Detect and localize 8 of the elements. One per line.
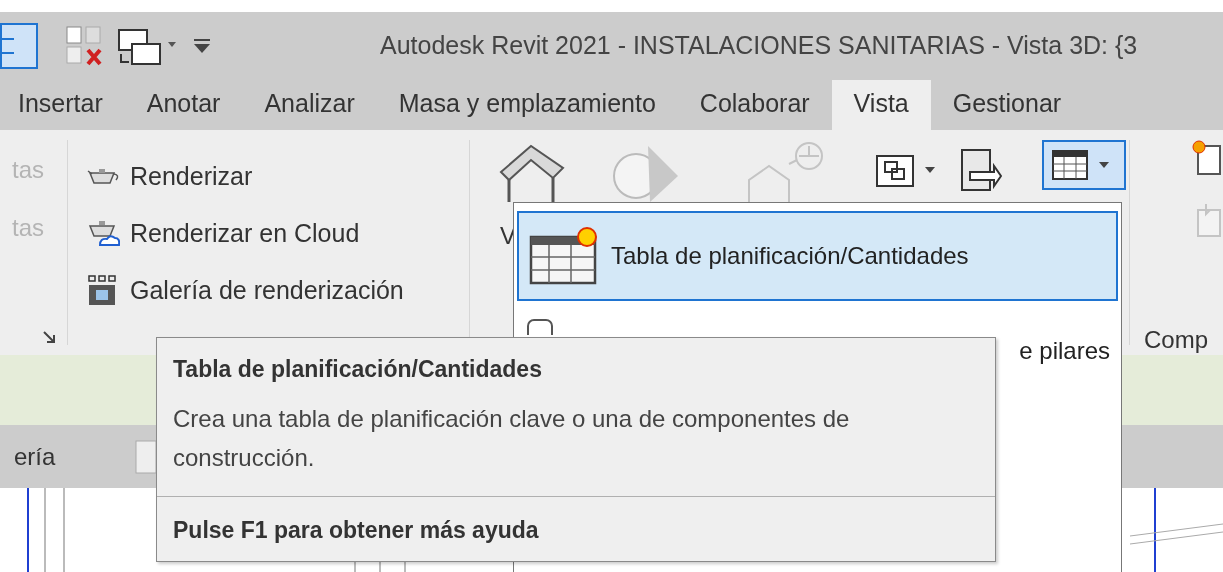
ribbon-item-label: tas (12, 213, 44, 243)
tooltip-help-text: Pulse F1 para obtener más ayuda (157, 495, 995, 562)
tooltip-description: Crea una tabla de planificación clave o una de componentes de construcción. (172, 403, 851, 474)
window-title: Autodesk Revit 2021 - INSTALACIONES SANITARIAS - Vista 3D: {3 (380, 30, 1138, 62)
ribbon-item-label: tas (12, 155, 44, 185)
panel-label: Comp (1144, 325, 1209, 355)
tooltip-title: Tabla de planificación/Cantidades (172, 355, 543, 384)
panel-title: ería (14, 441, 56, 472)
